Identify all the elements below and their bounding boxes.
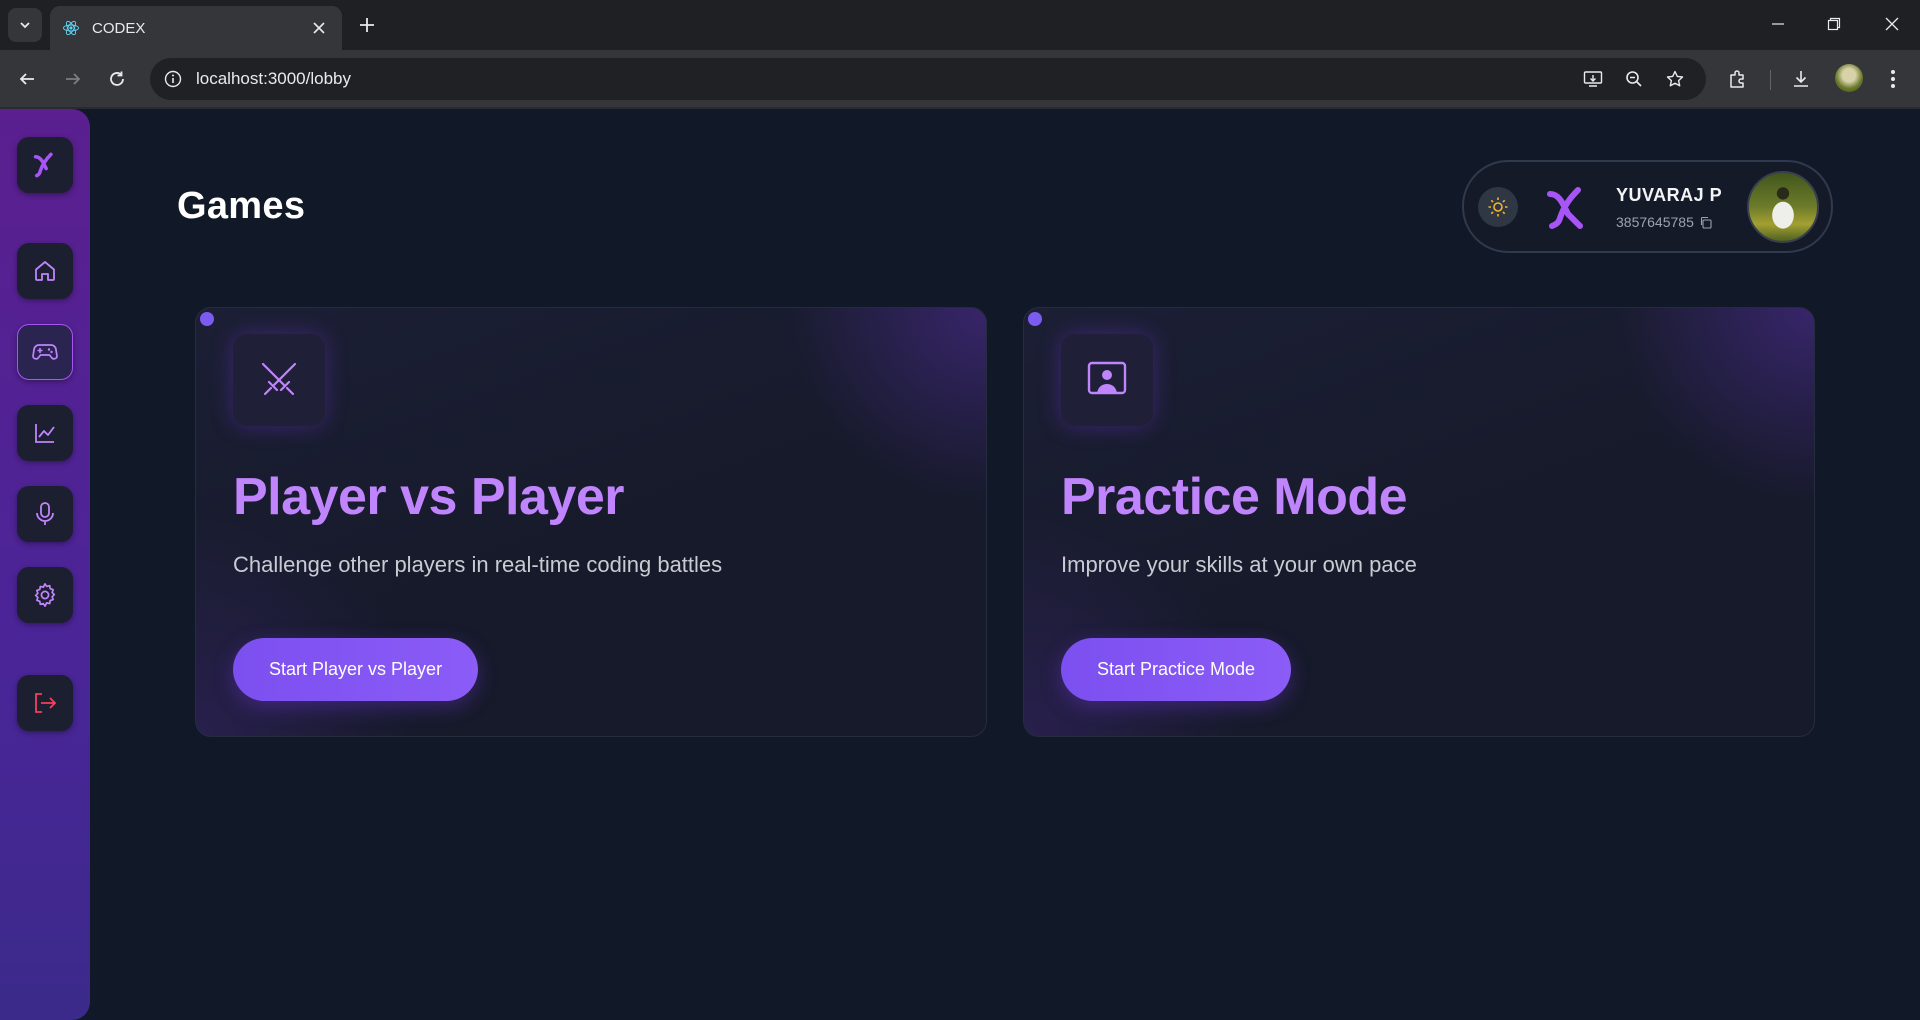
minimize-button[interactable] [1750, 0, 1806, 48]
arrow-right-icon [66, 73, 81, 85]
browser-toolbar: localhost:3000/lobby [0, 50, 1920, 108]
practice-card: Practice Mode Improve your skills at you… [1023, 307, 1815, 737]
browser-tab-bar: CODEX [0, 0, 1920, 50]
address-bar[interactable]: localhost:3000/lobby [150, 58, 1706, 100]
start-pvp-button[interactable]: Start Player vs Player [233, 638, 479, 701]
page-title: Games [177, 185, 306, 227]
back-button[interactable] [10, 62, 44, 96]
browser-tab[interactable]: CODEX [50, 6, 342, 50]
downloads-icon[interactable] [1784, 62, 1818, 96]
profile-id: 3857645785 [1616, 214, 1694, 230]
avatar[interactable] [1747, 171, 1819, 243]
profile-name: YUVARAJ P [1616, 185, 1723, 205]
bookmark-star-icon[interactable] [1662, 66, 1688, 92]
card-icon-box [1061, 334, 1153, 426]
card-description: Improve your skills at your own pace [1061, 552, 1417, 577]
extensions-icon[interactable] [1721, 62, 1755, 96]
zoom-icon[interactable] [1621, 66, 1647, 92]
sidebar-item-stats[interactable] [17, 405, 73, 461]
close-tab-icon[interactable] [308, 17, 330, 39]
tab-title: CODEX [92, 19, 146, 37]
app-root: Games YUVARAJ P 3857645785 Player vs Pla… [0, 109, 1920, 1020]
reload-icon [110, 71, 124, 86]
new-tab-button[interactable] [352, 10, 382, 40]
chart-icon [35, 424, 55, 443]
card-description: Challenge other players in real-time cod… [233, 552, 723, 577]
sidebar-item-home[interactable] [17, 243, 73, 299]
codex-logo-icon [1547, 187, 1583, 229]
sidebar [0, 109, 90, 1020]
microphone-icon [36, 502, 54, 525]
crossed-swords-icon [261, 362, 297, 396]
site-info-icon[interactable] [160, 66, 186, 92]
home-icon [35, 261, 55, 281]
restore-icon [1827, 17, 1841, 31]
card-title: Player vs Player [233, 468, 625, 526]
logout-button[interactable] [17, 675, 73, 731]
minimize-icon [1772, 23, 1784, 25]
card-title: Practice Mode [1061, 468, 1408, 526]
close-window-button[interactable] [1864, 0, 1920, 48]
gamepad-icon [32, 344, 58, 360]
sidebar-logo[interactable] [17, 137, 73, 193]
url-text[interactable]: localhost:3000/lobby [196, 69, 351, 89]
sidebar-item-settings[interactable] [17, 567, 73, 623]
pvp-card: Player vs Player Challenge other players… [195, 307, 987, 737]
logout-icon [35, 693, 57, 713]
reload-button[interactable] [100, 62, 134, 96]
more-menu-icon[interactable] [1876, 62, 1910, 96]
sidebar-item-voice[interactable] [17, 486, 73, 542]
card-accent-dot [200, 312, 214, 326]
user-screen-icon [1087, 361, 1127, 395]
install-app-icon[interactable] [1580, 66, 1606, 92]
card-accent-dot [1028, 312, 1042, 326]
arrow-left-icon [19, 73, 34, 85]
start-practice-button[interactable]: Start Practice Mode [1061, 638, 1292, 701]
browser-profile-avatar[interactable] [1835, 64, 1863, 92]
toolbar-divider [1770, 70, 1771, 90]
chevron-down-icon [20, 22, 30, 29]
tab-search-button[interactable] [8, 8, 42, 42]
theme-toggle-button[interactable] [1478, 187, 1518, 227]
copy-icon[interactable] [1699, 216, 1712, 229]
restore-button[interactable] [1806, 0, 1862, 48]
sun-icon [1488, 197, 1508, 217]
sidebar-item-games[interactable] [17, 324, 73, 380]
react-icon [63, 20, 79, 36]
close-icon [1885, 17, 1899, 31]
profile-id-row: 3857645785 [1616, 214, 1712, 230]
card-icon-box [233, 334, 325, 426]
gear-icon [34, 583, 56, 607]
forward-button[interactable] [56, 62, 90, 96]
plus-icon [360, 18, 374, 32]
codex-logo-icon [33, 152, 53, 178]
profile-card: YUVARAJ P 3857645785 [1462, 160, 1833, 253]
